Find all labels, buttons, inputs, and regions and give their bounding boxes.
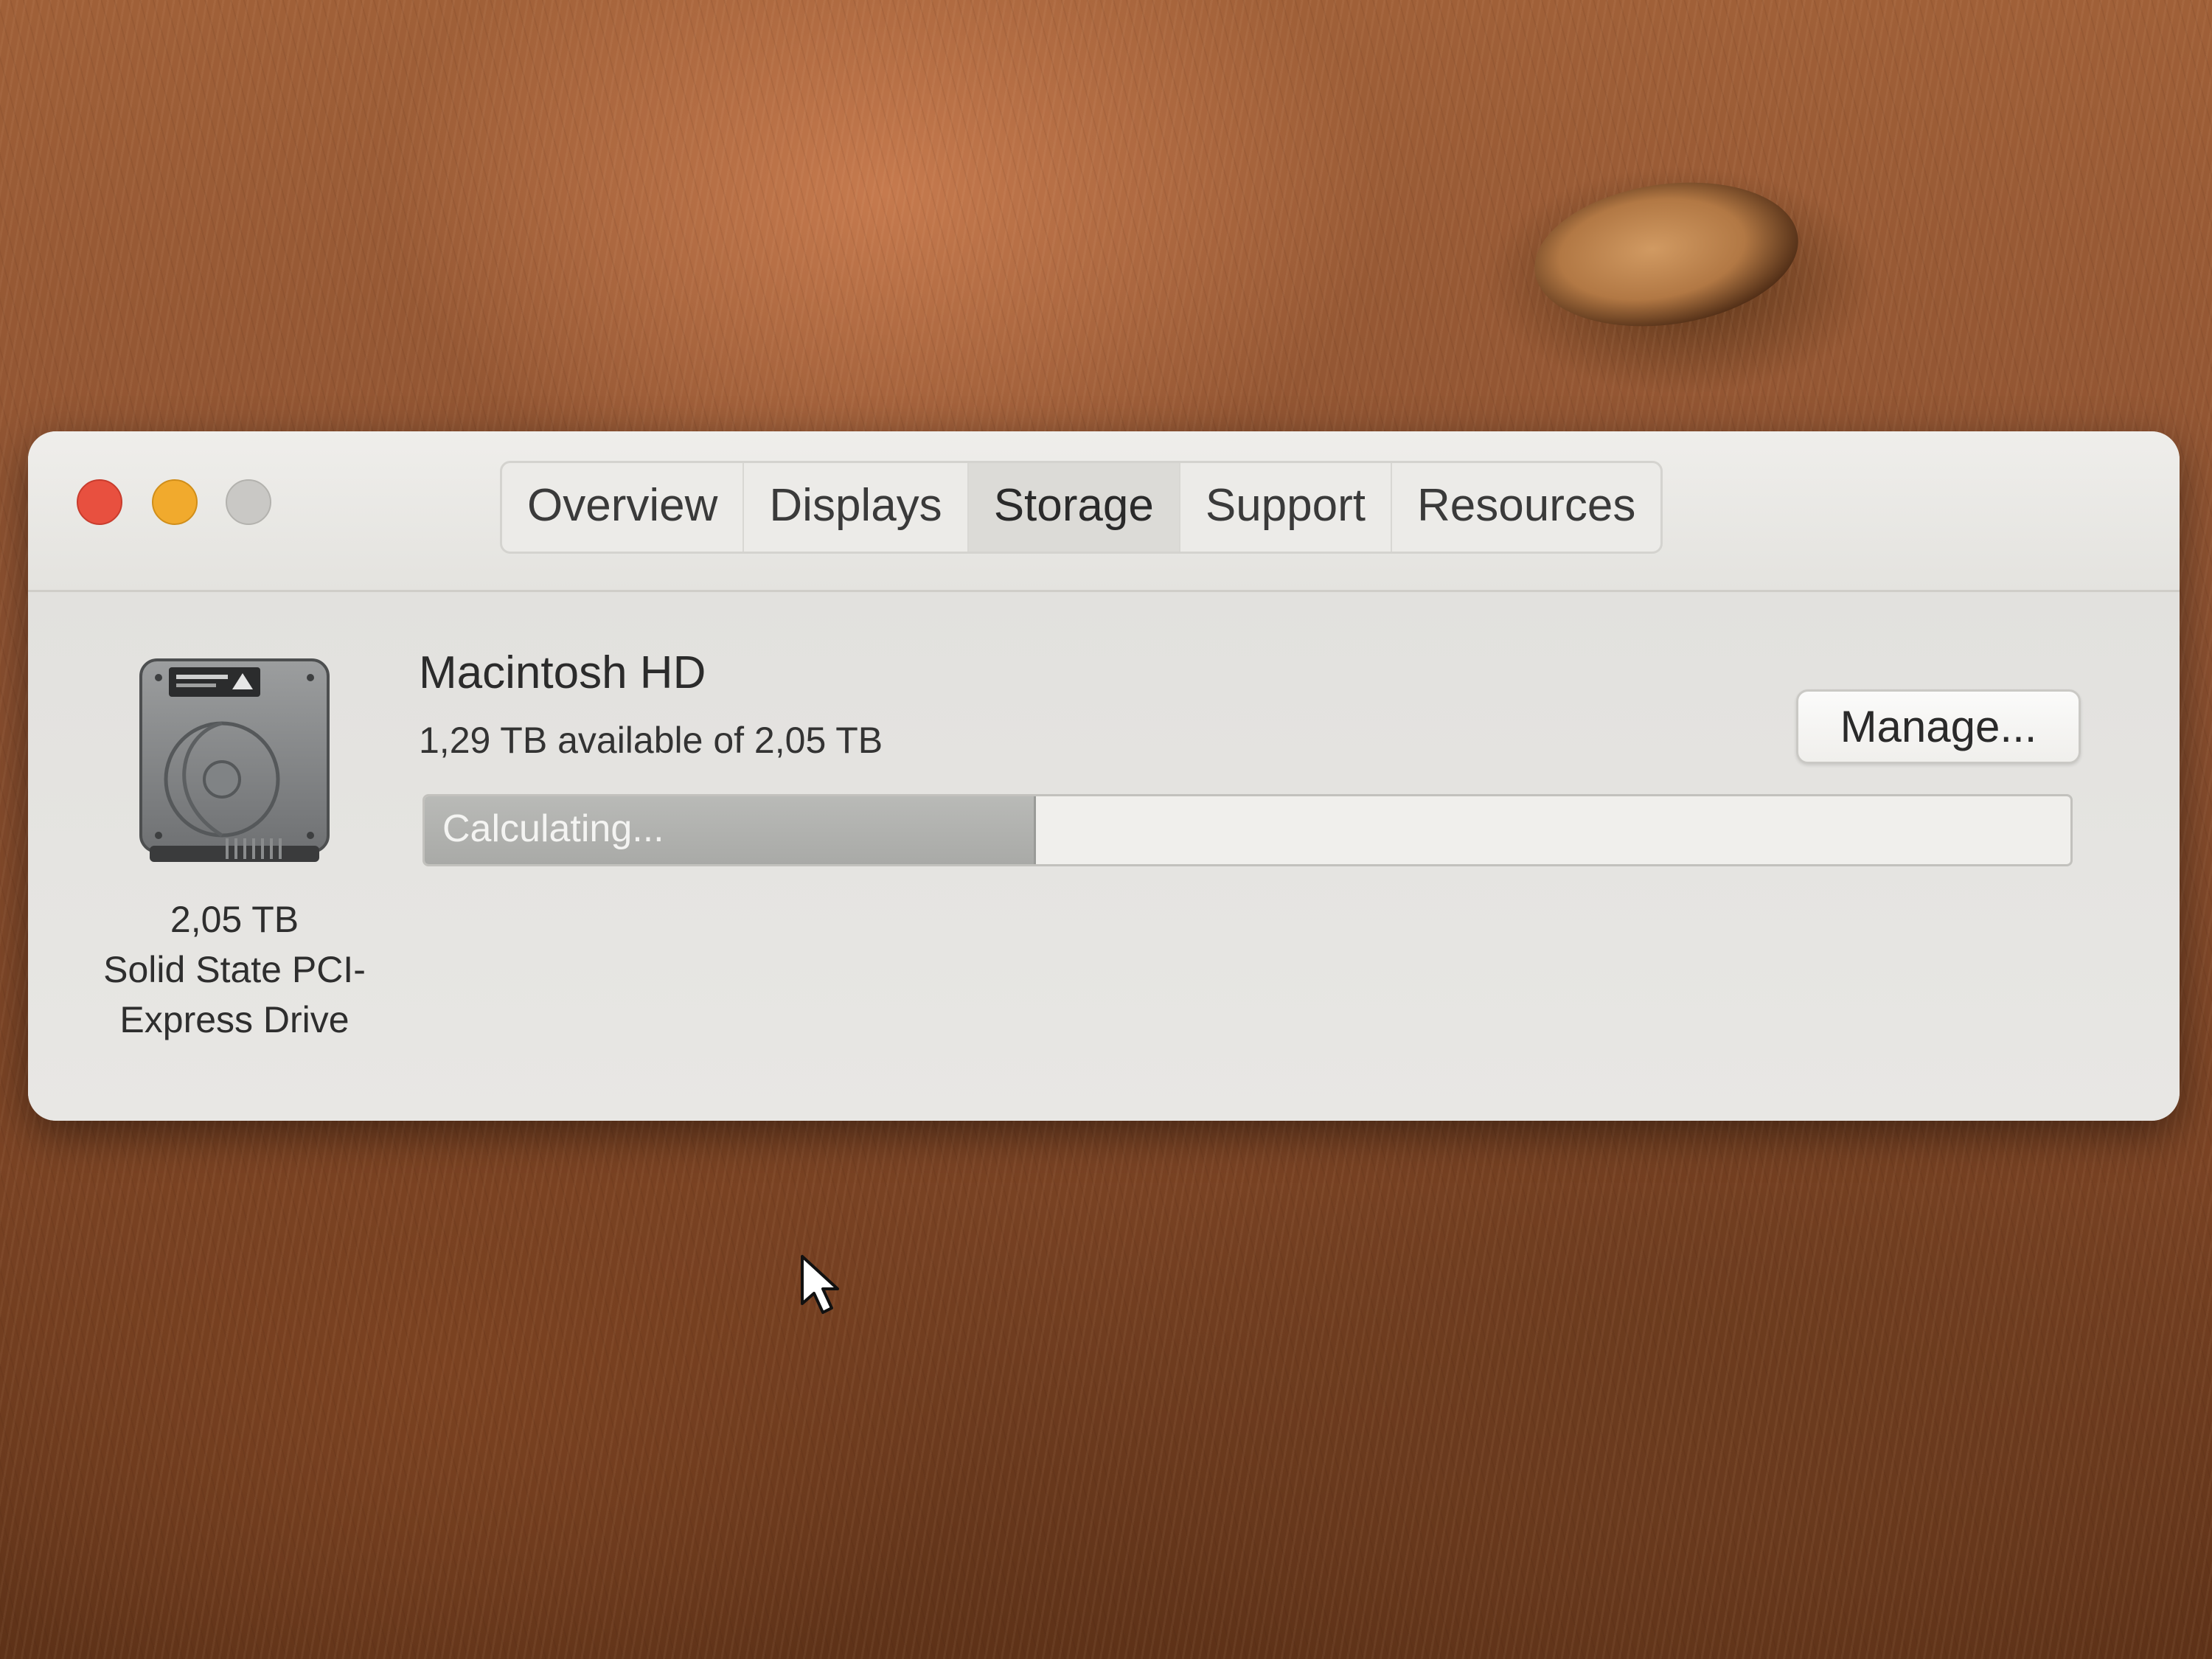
tab-support[interactable]: Support [1180,463,1392,552]
disk-capacity: 2,05 TB [170,899,299,940]
tab-displays[interactable]: Displays [744,463,969,552]
storage-usage-bar: Calculating... [422,794,2073,866]
disk-caption: 2,05 TB Solid State PCI- Express Drive [72,894,397,1045]
volume-name: Macintosh HD [419,647,706,698]
close-button[interactable] [77,479,122,525]
zoom-button[interactable] [226,479,271,525]
tab-overview[interactable]: Overview [502,463,745,552]
disk-type-line-1: Solid State PCI- [103,949,366,990]
window-titlebar: Overview Displays Storage Support Resour… [28,431,2180,592]
arrow-cursor-icon [801,1255,839,1314]
disk-type-line-2: Express Drive [119,999,349,1040]
storage-bar-status: Calculating... [442,807,664,850]
minimize-button[interactable] [152,479,198,525]
about-this-mac-window: Overview Displays Storage Support Resour… [28,431,2180,1121]
volume-availability: 1,29 TB available of 2,05 TB [419,720,883,761]
tab-bar: Overview Displays Storage Support Resour… [500,461,1663,554]
manage-button[interactable]: Manage... [1796,689,2081,764]
tab-storage[interactable]: Storage [968,463,1180,552]
tab-resources[interactable]: Resources [1392,463,1660,552]
internal-drive-icon [139,658,330,862]
